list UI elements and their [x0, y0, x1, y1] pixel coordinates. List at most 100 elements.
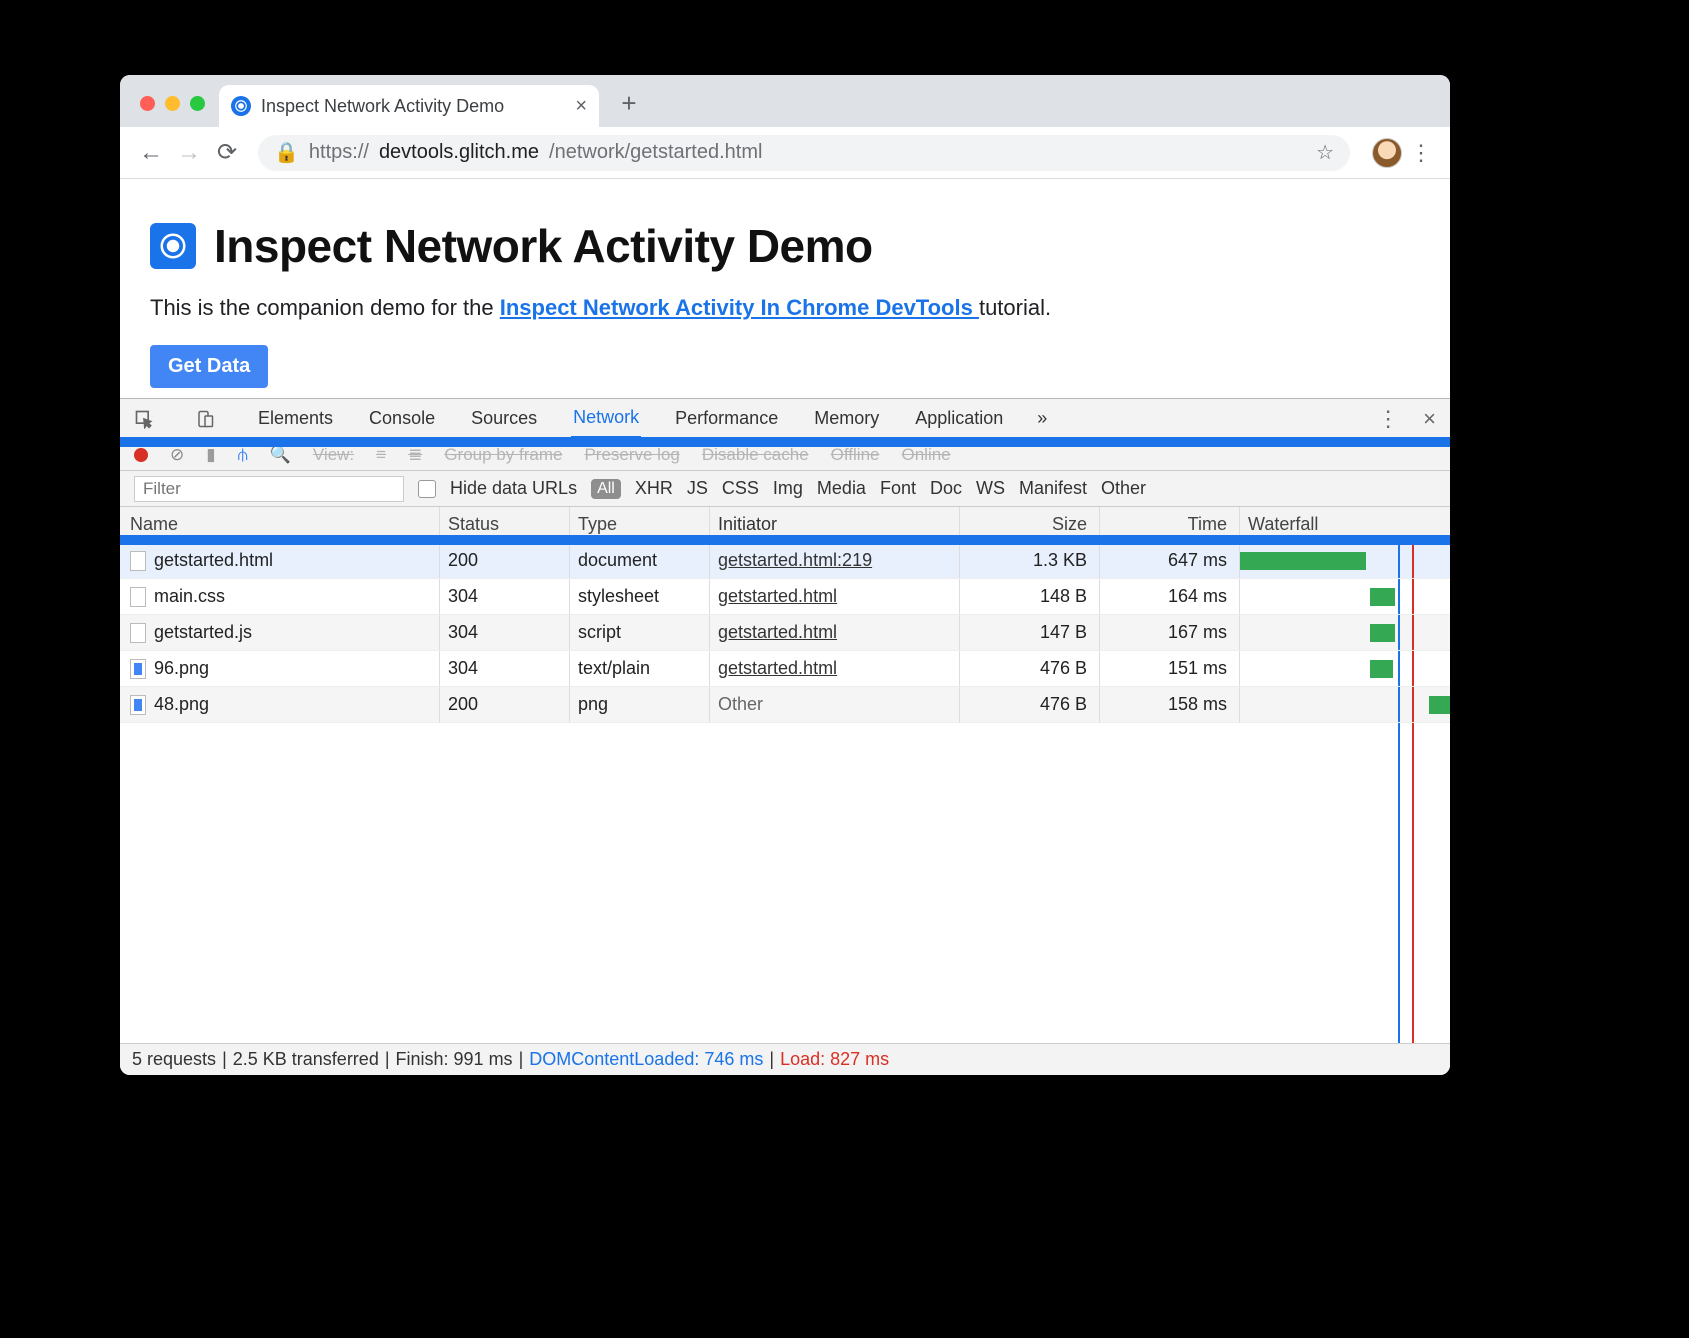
status-finish: Finish: 991 ms — [396, 1049, 513, 1070]
file-icon — [130, 659, 146, 679]
cell-initiator[interactable]: getstarted.html — [710, 579, 960, 614]
search-icon[interactable]: 🔍 — [270, 445, 291, 465]
tutorial-link[interactable]: Inspect Network Activity In Chrome DevTo… — [500, 295, 979, 320]
col-status[interactable]: Status — [440, 507, 570, 542]
clear-icon[interactable]: ⊘ — [170, 445, 184, 465]
minimize-window-icon[interactable] — [165, 96, 180, 111]
table-row[interactable]: 48.png200pngOther476 B158 ms — [120, 687, 1450, 723]
status-transferred: 2.5 KB transferred — [233, 1049, 379, 1070]
online-label: Online — [901, 445, 950, 465]
filter-type-font[interactable]: Font — [880, 478, 916, 499]
hide-data-urls-checkbox[interactable] — [418, 480, 436, 498]
devtools-menu-icon[interactable]: ⋮ — [1377, 406, 1399, 432]
network-filter-bar: Hide data URLs All XHR JS CSS Img Media … — [120, 471, 1450, 507]
close-tab-icon[interactable]: × — [575, 95, 587, 118]
filter-type-other[interactable]: Other — [1101, 478, 1146, 499]
cell-type: script — [570, 615, 710, 650]
browser-tab[interactable]: Inspect Network Activity Demo × — [219, 85, 599, 127]
offline-label: Offline — [831, 445, 880, 465]
cell-name: 48.png — [120, 687, 440, 722]
inspect-element-icon[interactable] — [134, 409, 154, 429]
table-row[interactable]: main.css304stylesheetgetstarted.html148 … — [120, 579, 1450, 615]
cell-size: 148 B — [960, 579, 1100, 614]
cell-initiator[interactable]: Other — [710, 687, 960, 722]
filter-type-js[interactable]: JS — [687, 478, 708, 499]
group-by-frame-label: Group by frame — [444, 445, 562, 465]
col-type[interactable]: Type — [570, 507, 710, 542]
get-data-button[interactable]: Get Data — [150, 345, 268, 388]
page-logo-icon — [150, 223, 196, 269]
network-table: getstarted.html200documentgetstarted.htm… — [120, 543, 1450, 1043]
camera-icon[interactable]: ▮ — [206, 445, 215, 465]
cell-type: png — [570, 687, 710, 722]
tab-elements[interactable]: Elements — [256, 400, 335, 437]
filter-type-media[interactable]: Media — [817, 478, 866, 499]
col-name[interactable]: Name — [120, 507, 440, 542]
url-host: devtools.glitch.me — [379, 141, 539, 164]
forward-button[interactable]: → — [172, 136, 206, 170]
devtools-close-icon[interactable]: × — [1423, 406, 1436, 432]
col-time[interactable]: Time — [1100, 507, 1240, 542]
filter-type-img[interactable]: Img — [773, 478, 803, 499]
more-tabs-icon[interactable]: » — [1037, 408, 1047, 429]
page-intro: This is the companion demo for the Inspe… — [150, 295, 1420, 321]
filter-type-xhr[interactable]: XHR — [635, 478, 673, 499]
tab-console[interactable]: Console — [367, 400, 437, 437]
window-controls — [140, 96, 205, 111]
cell-time: 164 ms — [1100, 579, 1240, 614]
table-row[interactable]: 96.png304text/plaingetstarted.html476 B1… — [120, 651, 1450, 687]
maximize-window-icon[interactable] — [190, 96, 205, 111]
tab-application[interactable]: Application — [913, 400, 1005, 437]
cell-time: 647 ms — [1100, 543, 1240, 578]
tab-bar: Inspect Network Activity Demo × + — [120, 75, 1450, 127]
close-window-icon[interactable] — [140, 96, 155, 111]
status-load: Load: 827 ms — [780, 1049, 889, 1070]
large-view-icon[interactable]: ≡ — [376, 445, 386, 465]
table-row[interactable]: getstarted.js304scriptgetstarted.html147… — [120, 615, 1450, 651]
tab-sources[interactable]: Sources — [469, 400, 539, 437]
tab-network[interactable]: Network — [571, 399, 641, 439]
page-title: Inspect Network Activity Demo — [214, 219, 873, 273]
reload-button[interactable]: ⟳ — [210, 136, 244, 170]
col-size[interactable]: Size — [960, 507, 1100, 542]
cell-name: getstarted.js — [120, 615, 440, 650]
tab-memory[interactable]: Memory — [812, 400, 881, 437]
device-toolbar-icon[interactable] — [196, 409, 214, 429]
status-domcontentloaded: DOMContentLoaded: 746 ms — [529, 1049, 763, 1070]
small-view-icon[interactable]: ≣ — [408, 445, 422, 465]
new-tab-button[interactable]: + — [609, 88, 649, 127]
cell-type: stylesheet — [570, 579, 710, 614]
filter-icon[interactable]: ⫛ — [238, 445, 248, 465]
profile-avatar-icon[interactable] — [1372, 138, 1402, 168]
table-row[interactable]: getstarted.html200documentgetstarted.htm… — [120, 543, 1450, 579]
cell-initiator[interactable]: getstarted.html — [710, 651, 960, 686]
favicon-icon — [231, 96, 251, 116]
cell-initiator[interactable]: getstarted.html — [710, 615, 960, 650]
record-icon[interactable] — [134, 448, 148, 462]
cell-initiator[interactable]: getstarted.html:219 — [710, 543, 960, 578]
filter-type-manifest[interactable]: Manifest — [1019, 478, 1087, 499]
cell-name: main.css — [120, 579, 440, 614]
col-initiator[interactable]: Initiator — [710, 507, 960, 542]
url-path: /network/getstarted.html — [549, 141, 762, 164]
tab-performance[interactable]: Performance — [673, 400, 780, 437]
filter-type-css[interactable]: CSS — [722, 478, 759, 499]
address-bar[interactable]: 🔒 https://devtools.glitch.me/network/get… — [258, 135, 1350, 171]
filter-type-ws[interactable]: WS — [976, 478, 1005, 499]
back-button[interactable]: ← — [134, 136, 168, 170]
cell-type: text/plain — [570, 651, 710, 686]
intro-text: This is the companion demo for the — [150, 295, 500, 320]
filter-input[interactable] — [134, 476, 404, 502]
hide-data-urls-label: Hide data URLs — [450, 478, 577, 499]
bookmark-icon[interactable]: ☆ — [1316, 140, 1334, 165]
filters-highlight-region: ⊘ ▮ ⫛ 🔍 View: ≡ ≣ Group by frame Preserv… — [120, 439, 1450, 543]
file-icon — [130, 695, 146, 715]
filter-type-all[interactable]: All — [591, 479, 621, 499]
browser-menu-icon[interactable]: ⋮ — [1406, 140, 1436, 166]
cell-type: document — [570, 543, 710, 578]
filter-type-doc[interactable]: Doc — [930, 478, 962, 499]
cell-waterfall — [1240, 651, 1450, 686]
col-waterfall[interactable]: Waterfall — [1240, 507, 1450, 542]
file-icon — [130, 623, 146, 643]
cell-name: 96.png — [120, 651, 440, 686]
